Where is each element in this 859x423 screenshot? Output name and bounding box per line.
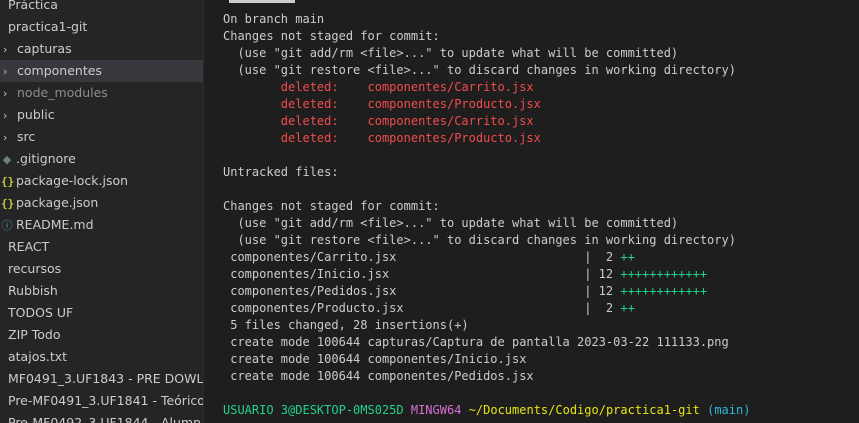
diffstat-line: componentes/Producto.jsx | 2 ++ <box>223 300 635 317</box>
tree-item-label: TODOS UF <box>8 305 74 320</box>
terminal-prompt[interactable]: USUARIO 3@DESKTOP-0MS025D MINGW64 ~/Docu… <box>223 402 750 419</box>
tree-file-package-json[interactable]: {} package.json <box>0 192 203 214</box>
tree-item-label: src <box>17 129 36 144</box>
terminal-line: create mode 100644 componentes/Inicio.js… <box>223 352 527 366</box>
diffstat-line: componentes/Pedidos.jsx | 12 +++++++++++… <box>223 283 707 300</box>
prompt-user-host: USUARIO 3@DESKTOP-0MS025D <box>223 403 404 417</box>
json-icon: {} <box>1 197 15 210</box>
tree-item-label: .gitignore <box>16 151 76 166</box>
tree-file-pre-mf0491-uf1841[interactable]: Pre-MF0491_3.UF1841 - Teórico... <box>0 390 203 412</box>
diffstat-plus: ++ <box>620 250 635 264</box>
terminal-line: (use "git restore <file>..." to discard … <box>223 233 736 247</box>
tree-item-label: README.md <box>16 217 94 232</box>
chevron-right-icon: › <box>3 131 8 144</box>
info-icon: ⓘ <box>1 219 13 232</box>
json-icon: {} <box>1 175 15 188</box>
chevron-right-icon: › <box>3 109 8 122</box>
terminal-line: create mode 100644 componentes/Pedidos.j… <box>223 369 534 383</box>
tree-item-label: package.json <box>16 195 99 210</box>
tree-file-atajos[interactable]: atajos.txt <box>0 346 203 368</box>
tree-file-mf0491-uf1843[interactable]: MF0491_3.UF1843 - PRE DOWL... <box>0 368 203 390</box>
tree-item-label: Pre-MF0492_3.UF1844 - Alumn... <box>8 415 203 423</box>
diffstat-plus: ++ <box>620 301 635 315</box>
prompt-path: ~/Documents/Codigo/practica1-git <box>468 403 700 417</box>
tree-item-practica[interactable]: Práctica <box>0 0 203 16</box>
diffstat-plus: ++++++++++++ <box>620 284 708 298</box>
tree-item-react[interactable]: REACT <box>0 236 203 258</box>
tree-item-label: capturas <box>17 41 72 56</box>
tree-item-label: public <box>17 107 55 122</box>
tree-folder-componentes[interactable]: › componentes <box>0 60 203 82</box>
diffstat-file: componentes/Producto.jsx | 2 <box>223 301 621 315</box>
tree-item-label: recursos <box>8 261 62 276</box>
tree-file-package-lock-json[interactable]: {} package-lock.json <box>0 170 203 192</box>
diffstat-plus: ++++++++++++ <box>620 267 708 281</box>
tree-item-label: package-lock.json <box>16 173 129 188</box>
git-icon: ◆ <box>2 153 12 166</box>
tree-item-label: componentes <box>17 63 102 78</box>
diffstat-file: componentes/Carrito.jsx | 2 <box>223 250 621 264</box>
tree-item-label: ZIP Todo <box>8 327 61 342</box>
tree-item-practica1-git[interactable]: practica1-git <box>0 16 203 38</box>
tree-folder-src[interactable]: › src <box>0 126 203 148</box>
terminal-line: create mode 100644 capturas/Captura de p… <box>223 335 729 349</box>
tree-item-label: REACT <box>8 239 50 254</box>
terminal-line-deleted: deleted: componentes/Carrito.jsx <box>223 114 534 128</box>
terminal-panel[interactable]: On branch main Changes not staged for co… <box>204 0 859 423</box>
terminal-line: Changes not staged for commit: <box>223 199 440 213</box>
diffstat-file: componentes/Pedidos.jsx | 12 <box>223 284 621 298</box>
terminal-line-deleted: deleted: componentes/Producto.jsx <box>223 97 541 111</box>
tree-item-recursos[interactable]: recursos <box>0 258 203 280</box>
chevron-right-icon: › <box>3 43 8 56</box>
tree-item-label: practica1-git <box>8 19 88 34</box>
terminal-line: (use "git add/rm <file>..." to update wh… <box>223 46 679 60</box>
chevron-right-icon: › <box>3 65 8 78</box>
tree-item-rubbish[interactable]: Rubbish <box>0 280 203 302</box>
tree-item-todos-uf[interactable]: TODOS UF <box>0 302 203 324</box>
tree-file-pre-mf0492-uf1844[interactable]: Pre-MF0492_3.UF1844 - Alumn... <box>0 412 203 423</box>
terminal-line-deleted: deleted: componentes/Carrito.jsx <box>223 80 534 94</box>
tree-folder-capturas[interactable]: › capturas <box>0 38 203 60</box>
prompt-branch: (main) <box>707 403 751 417</box>
diffstat-file: componentes/Inicio.jsx | 12 <box>223 267 621 281</box>
terminal-line: (use "git restore <file>..." to discard … <box>223 63 736 77</box>
tree-item-zip-todo[interactable]: ZIP Todo <box>0 324 203 346</box>
tree-item-label: node_modules <box>17 85 108 100</box>
terminal-line: On branch main <box>223 12 325 26</box>
file-explorer: Práctica practica1-git › capturas › compon… <box>0 0 203 423</box>
terminal-scroll-thumb[interactable] <box>229 0 295 3</box>
prompt-shell: MINGW64 <box>410 403 462 417</box>
tree-item-label: atajos.txt <box>8 349 68 364</box>
tree-item-label: MF0491_3.UF1843 - PRE DOWL... <box>8 371 203 386</box>
tree-folder-node-modules[interactable]: › node_modules <box>0 82 203 104</box>
tree-file-readme[interactable]: ⓘ README.md <box>0 214 203 236</box>
tree-item-label: Rubbish <box>8 283 58 298</box>
diffstat-line: componentes/Carrito.jsx | 2 ++ <box>223 249 635 266</box>
tree-file-gitignore[interactable]: ◆ .gitignore <box>0 148 203 170</box>
terminal-line: Changes not staged for commit: <box>223 29 440 43</box>
tree-item-label: Pre-MF0491_3.UF1841 - Teórico... <box>8 393 203 408</box>
tree-folder-public[interactable]: › public <box>0 104 203 126</box>
terminal-line-deleted: deleted: componentes/Producto.jsx <box>223 131 541 145</box>
diffstat-line: componentes/Inicio.jsx | 12 ++++++++++++ <box>223 266 707 283</box>
terminal-line: Untracked files: <box>223 165 339 179</box>
chevron-right-icon: › <box>3 87 8 100</box>
tree-item-label: Práctica <box>8 0 58 12</box>
terminal-line: (use "git add/rm <file>..." to update wh… <box>223 216 679 230</box>
terminal-line: 5 files changed, 28 insertions(+) <box>223 318 469 332</box>
